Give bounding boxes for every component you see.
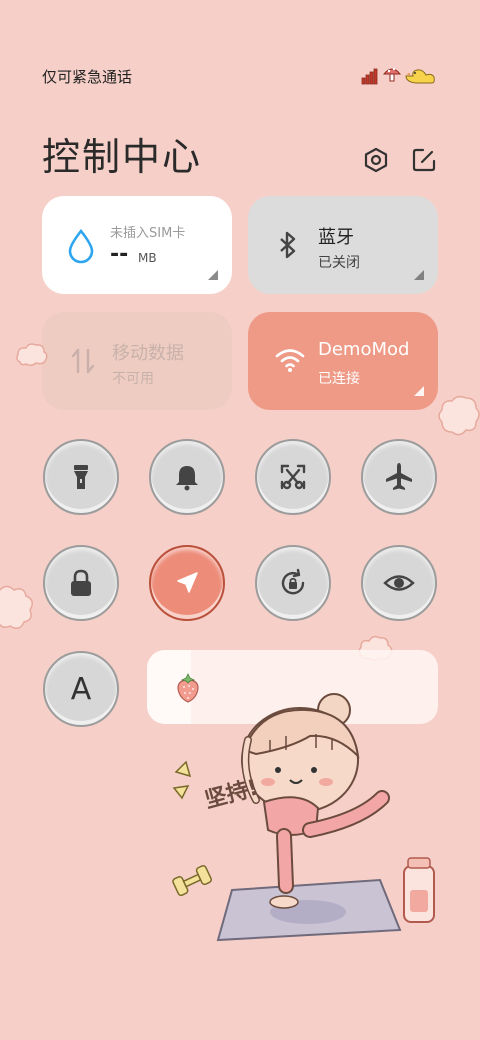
screenshot-toggle[interactable] [255,439,331,515]
edit-icon[interactable] [410,146,438,174]
expand-corner-icon [414,270,424,280]
wifi-icon [275,349,305,372]
mobile-data-status: 不可用 [112,371,154,387]
airplane-icon [386,463,412,490]
rotation-lock-toggle[interactable] [255,545,331,621]
location-arrow-icon [177,572,198,593]
wifi-tile[interactable]: DemoMod 已连接 [248,312,438,410]
page-title: 控制中心 [42,135,203,179]
cloud-decoration [16,343,48,367]
settings-hexagon-icon[interactable] [362,146,390,174]
expand-corner-icon [414,386,424,396]
wifi-network-name: DemoMod [318,339,410,360]
water-drop-icon [68,228,94,264]
font-toggle[interactable]: A [43,651,119,727]
mobile-data-label: 移动数据 [112,343,184,364]
bell-icon [176,466,198,491]
data-usage-value: -- [110,242,129,267]
cloud-decoration [0,585,33,629]
location-toggle[interactable] [149,545,225,621]
rotation-lock-icon [281,568,305,595]
status-icons-decoration [361,67,435,85]
yoga-girl-illustration [172,693,435,942]
sim-status-label: 未插入SIM卡 [110,226,186,241]
mobile-data-tile[interactable]: 移动数据 不可用 [42,312,232,410]
expand-corner-icon [208,270,218,280]
silent-toggle[interactable] [149,439,225,515]
lock-screen-toggle[interactable] [43,545,119,621]
cloud-decoration [438,395,480,436]
data-usage-unit: MB [138,251,157,265]
data-usage-tile[interactable]: 未插入SIM卡 -- MB [42,196,232,294]
bluetooth-status: 已关闭 [318,255,360,271]
eye-comfort-toggle[interactable] [361,545,437,621]
bluetooth-tile[interactable]: 蓝牙 已关闭 [248,196,438,294]
airplane-toggle[interactable] [361,439,437,515]
flashlight-toggle[interactable] [43,439,119,515]
flashlight-icon [74,465,88,489]
wifi-status: 已连接 [318,371,360,387]
bluetooth-icon [280,231,296,259]
font-a-icon: A [70,671,92,707]
bluetooth-label: 蓝牙 [318,227,354,248]
eye-icon [383,575,415,591]
lock-icon [71,569,91,596]
mobile-data-arrows-icon [71,348,95,374]
carrier-status: 仅可紧急通话 [42,68,133,86]
screenshot-scissors-icon [280,464,306,490]
